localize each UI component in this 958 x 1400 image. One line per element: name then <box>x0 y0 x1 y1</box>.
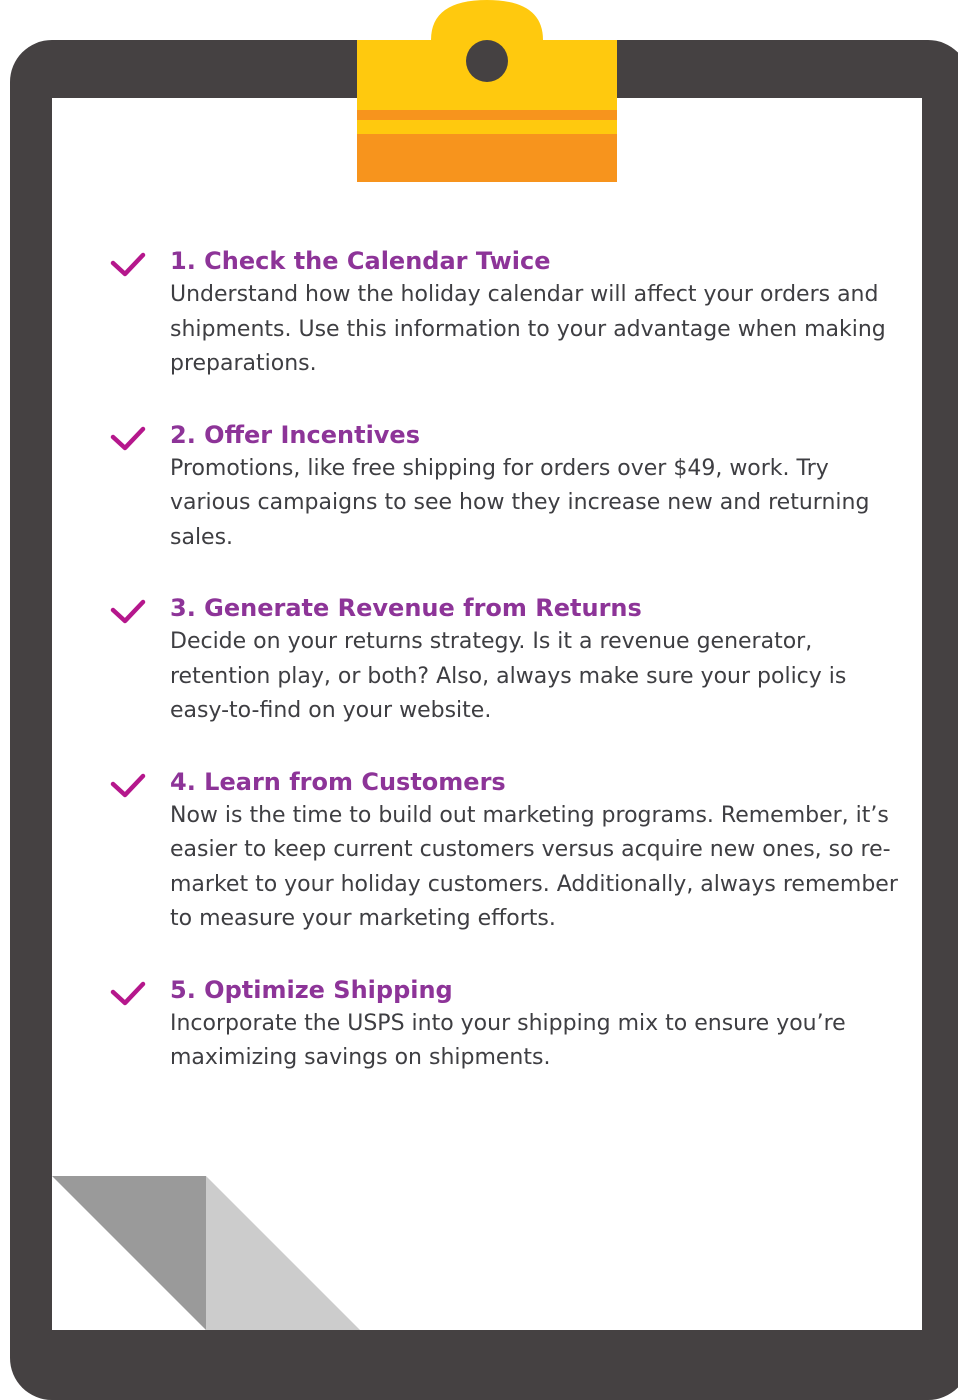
checklist-item-body: Promotions, like free shipping for order… <box>170 455 870 550</box>
checklist-item: 3. Generate Revenue from Returns Decide … <box>110 591 910 729</box>
checklist-item-title: 5. Optimize Shipping <box>170 975 453 1004</box>
checkmark-icon <box>110 773 146 797</box>
checklist-item-title: 1. Check the Calendar Twice <box>170 247 551 275</box>
checklist-item-title: 2. Offer Incentives <box>170 420 420 449</box>
clipboard-clip <box>357 0 617 182</box>
checkmark-icon <box>110 981 146 1005</box>
checklist-item: 2. Offer Incentives Promotions, like fre… <box>110 418 910 556</box>
checklist-item: 1. Check the Calendar Twice Understand h… <box>110 244 910 382</box>
checkmark-icon <box>110 599 146 624</box>
checklist-item-title: 4. Learn from Customers <box>170 767 506 796</box>
checklist-item-body: Understand how the holiday calendar will… <box>170 282 886 376</box>
checklist-item-title: 3. Generate Revenue from Returns <box>170 594 642 622</box>
checklist-item-body: Decide on your returns strategy. Is it a… <box>170 629 847 723</box>
checklist: 1. Check the Calendar Twice Understand h… <box>110 244 910 1076</box>
checklist-item-body: Now is the time to build out marketing p… <box>170 802 898 932</box>
checklist-item: 5. Optimize Shipping Incorporate the USP… <box>110 973 910 1076</box>
checkmark-icon <box>110 426 146 450</box>
checklist-item: 4. Learn from Customers Now is the time … <box>110 765 910 937</box>
checkmark-icon <box>110 252 146 277</box>
checklist-item-body: Incorporate the USPS into your shipping … <box>170 1010 846 1071</box>
